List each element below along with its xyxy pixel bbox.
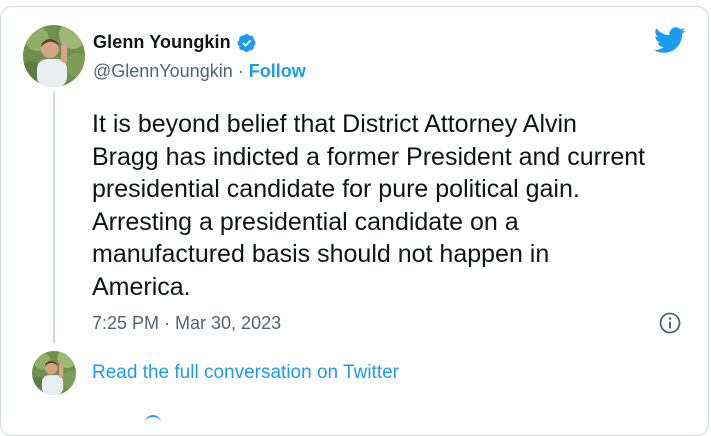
tweet-text: It is beyond belief that District Attorn… [92,108,692,303]
twitter-bird-icon[interactable] [654,27,686,54]
tweet-text-line: Bragg has indicted a former President an… [92,142,646,171]
follow-button[interactable]: Follow [249,61,306,81]
tweet-text-line: It is beyond belief that District Attorn… [92,110,577,138]
tweet-text-line: manufactured basis should not happen in [92,240,550,268]
author-display-name[interactable]: Glenn Youngkin [93,32,231,53]
verified-badge-icon [237,33,257,53]
tweet-text-line: presidential candidate for pure politica… [92,175,580,203]
info-icon[interactable] [658,311,682,335]
read-conversation-link[interactable]: Read the full conversation on Twitter [92,362,399,384]
tweet-timestamp[interactable]: 7:25 PM · Mar 30, 2023 [92,313,281,334]
tweet-text-line: Arresting a presidential candidate on a [92,207,519,236]
author-handle[interactable]: @GlennYoungkin [93,61,233,81]
reply-avatar [32,351,76,395]
author-avatar[interactable] [23,25,85,87]
handle-separator: · [237,61,244,81]
author-name-row: Glenn Youngkin [93,32,257,53]
tweet-text-line: America. [92,272,191,301]
thread-line [53,91,55,343]
author-handle-row: @GlennYoungkin · Follow [93,61,306,82]
